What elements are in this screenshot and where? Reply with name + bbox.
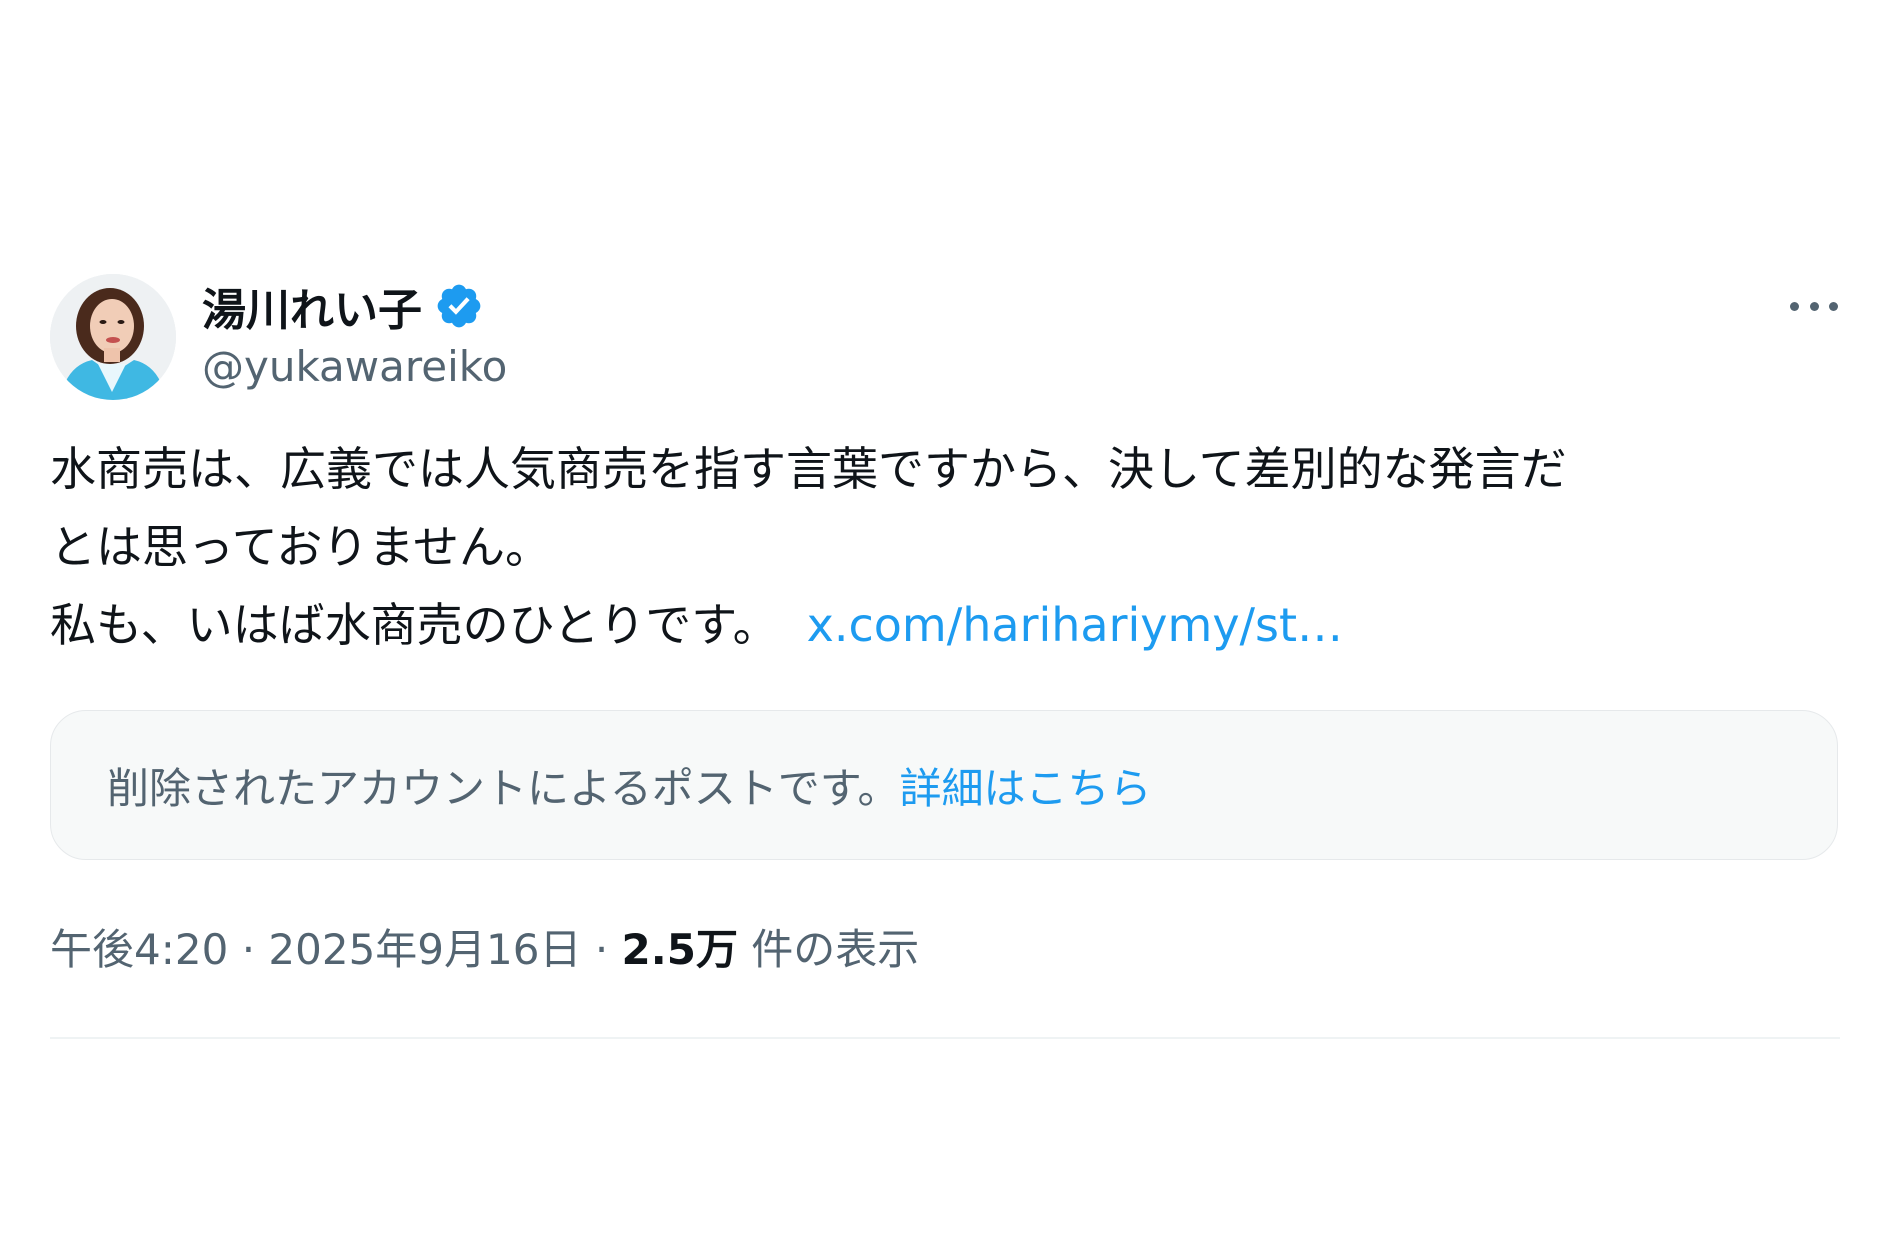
verified-badge-icon[interactable] [434, 281, 484, 331]
avatar[interactable] [50, 274, 176, 400]
author-names: 湯川れい子 @yukawareiko [202, 276, 507, 391]
learn-more-link[interactable]: 詳細はこちら [900, 755, 1152, 816]
display-name-row: 湯川れい子 [202, 276, 507, 336]
views-count: 2.5万 [621, 925, 738, 974]
meta-separator: · [241, 925, 256, 974]
post-date[interactable]: 2025年9月16日 [268, 925, 581, 974]
tweet: 湯川れい子 @yukawareiko 水商売は、広義では人気商売を指す言葉ですか… [50, 272, 1840, 1039]
more-options-icon[interactable] [1790, 294, 1838, 318]
dot-icon [1829, 301, 1838, 311]
post-link[interactable]: x.com/harihariymy/st… [807, 598, 1343, 652]
post-time[interactable]: 午後4:20 [50, 925, 228, 974]
avatar-photo [50, 274, 176, 400]
divider [50, 1037, 1840, 1039]
deleted-account-notice: 削除されたアカウントによるポストです。 [107, 763, 900, 813]
post-text-line: 水商売は、広義では人気商売を指す言葉ですから、決して差別的な発言だ [50, 442, 1567, 496]
quoted-post-card[interactable]: 削除されたアカウントによるポストです。 詳細はこちら [50, 710, 1838, 860]
post-text-line: 私も、いはば水商売のひとりです。 x.com/harihariymy/st… [50, 586, 1840, 664]
dot-icon [1790, 301, 1799, 311]
post-text-line: とは思っておりません。 [50, 520, 551, 574]
meta-separator: · [594, 925, 609, 974]
author-handle[interactable]: @yukawareiko [202, 342, 507, 391]
dot-icon [1809, 301, 1819, 311]
display-name[interactable]: 湯川れい子 [202, 274, 422, 338]
post-text-segment: 私も、いはば水商売のひとりです。 [50, 598, 779, 652]
post-text: 水商売は、広義では人気商売を指す言葉ですから、決して差別的な発言だ とは思ってお… [50, 430, 1840, 664]
post-meta: 午後4:20 · 2025年9月16日 · 2.5万 件の表示 [50, 916, 1840, 977]
tweet-header: 湯川れい子 @yukawareiko [50, 272, 1840, 400]
views-label: 件の表示 [737, 925, 920, 974]
